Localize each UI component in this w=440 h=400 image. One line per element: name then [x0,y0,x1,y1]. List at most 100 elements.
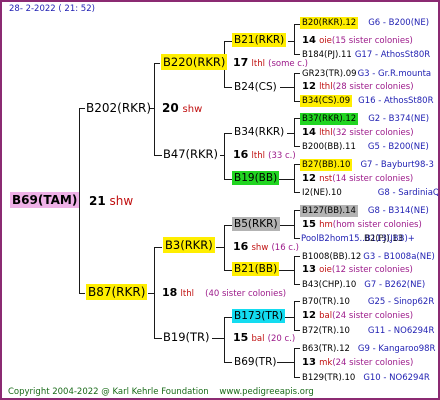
g4-bot-6[interactable]: B72(TR).10 G11 - NO6294R [302,326,434,336]
root-tag: shw [109,194,134,208]
g2-note: (20 c.) [267,334,296,344]
g2-note: (some c.) [268,59,308,69]
g4-top-5[interactable]: B1008(BB).12 G3 - B1008a(NE) [302,252,435,262]
root-queen-name: B69(TAM) [10,192,80,208]
g4-tag: lthl [319,82,333,92]
connector-line [224,133,232,134]
g4-bot-code: G5 - B200(NE) [367,142,429,152]
g4-tag: lthl [319,128,333,138]
g4-bot-name: B200(BB).11 [302,142,356,152]
g4-note: (24 sister colonies) [332,358,414,368]
connector-line [294,54,300,55]
connector-line [154,63,155,156]
g2-queen-0[interactable]: B220(RKR) [161,54,228,70]
g3-queen-1[interactable]: B24(CS) [234,82,277,93]
g4-top-2[interactable]: B37(RKR).12 G2 - B374(NE) [300,113,430,125]
g4-bot-5[interactable]: B43(CHP).10 G7 - B262(NE) [302,280,425,290]
g4-top-code: G9 - Kangaroo98R [357,344,436,354]
pedigree-frame: 28- 2-2022 ( 21: 52) B69(TAM) 21 shw B20… [0,0,440,400]
connector-line [79,293,85,294]
g1-info-1: 18 lthl (40 sister colonies) [162,287,286,299]
g4-mid-6: 12 bal(24 sister colonies) [302,311,413,321]
g4-top-name: B127(BB).14 [300,205,358,217]
g1-note: (40 sister colonies) [205,289,287,299]
g3-name: B69(TR) [234,356,277,368]
g1-queen-0[interactable]: B202(RKR) [86,102,151,114]
g4-num: 14 [302,35,316,46]
g2-name: B220(RKR) [161,54,228,70]
g3-name: B34(RKR) [234,126,285,138]
g4-tag: nst [319,174,333,184]
g4-num: 15 [302,219,316,230]
g4-num: 13 [302,357,316,368]
g4-top-0[interactable]: B20(RKR).12 G6 - B200(NE) [300,17,429,29]
g4-bot-code: G16 - AthosSt80R [358,96,434,106]
g4-tag: hm [319,220,333,230]
connector-line [294,238,300,239]
connector-line [294,377,300,378]
g4-top-name: GR23(TR).09 [302,69,357,79]
g2-info-1: 16 lthl (33 c.) [233,149,296,161]
g4-top-name: B1008(BB).12 [302,252,362,262]
g1-tag: shw [182,104,203,115]
g3-queen-4[interactable]: B5(RKR) [232,217,280,231]
g4-bot-1[interactable]: B34(CS).09 G16 - AthosSt80R [300,95,434,107]
connector-line [294,24,295,55]
g2-queen-2[interactable]: B3(RKR) [163,237,215,253]
g3-queen-6[interactable]: B173(TR) [232,309,286,323]
connector-line [224,133,225,180]
connector-line [154,247,162,248]
g4-top-6[interactable]: B70(TR).10 G25 - Sinop62R [302,297,434,307]
g1-num: 18 [162,286,178,299]
g4-bot-code: G7 - B262(NE) [364,280,426,290]
g1-queen-1[interactable]: B87(RKR) [86,284,148,300]
g3-queen-7[interactable]: B69(TR) [234,357,276,368]
root-queen[interactable]: B69(TAM) [10,192,80,208]
g4-note: (hom sister colonies) [332,220,422,230]
g3-queen-5[interactable]: B21(BB) [232,262,280,276]
g4-bot-name: B43(CHP).10 [302,280,357,290]
g2-tag: bal [251,334,265,344]
g2-name: B19(TR) [163,330,210,344]
g3-queen-3[interactable]: B19(BB) [232,171,280,185]
g4-top-code: G2 - B374(NE) [368,114,430,124]
g4-bot-0[interactable]: B184(PJ).11 G17 - AthosSt80R [302,50,430,60]
g2-num: 16 [233,240,249,253]
connector-line [212,338,225,339]
g4-mid-7: 13 mk(24 sister colonies) [302,358,413,368]
g4-bot-3[interactable]: I2(NE).10 G8 - SardiniaQ [302,188,438,198]
connector-line [224,270,232,271]
g4-note: (24 sister colonies) [332,311,414,321]
g4-tag: mk [319,358,333,368]
g2-name: B3(RKR) [163,237,215,253]
connector-line [294,146,300,147]
g4-mid-2: 14 lthl(32 sister colonies) [302,128,414,138]
connector-line [224,225,232,226]
g2-note: (33 c.) [268,151,296,161]
g4-top-1[interactable]: GR23(TR).09G3 - Gr.R.mounta [302,69,431,79]
g3-queen-2[interactable]: B34(RKR) [234,127,284,138]
g2-num: 16 [233,148,249,161]
g4-num: 12 [302,310,316,321]
g4-top-4[interactable]: B127(BB).14 G8 - B314(NE) [300,205,429,217]
g3-name: B21(BB) [232,262,280,276]
g4-note: (28 sister colonies) [332,82,414,92]
g3-queen-0[interactable]: B21(RKR) [232,33,287,47]
g1-num: 20 [162,101,179,115]
g4-bot-code: G10 - NO6294R [363,373,430,383]
g2-queen-1[interactable]: B47(RKR) [163,148,218,161]
g4-top-3[interactable]: B27(BB).10 G7 - Bayburt98-3 [300,159,434,171]
connector-line [224,179,232,180]
g2-queen-3[interactable]: B19(TR) [163,330,210,344]
g4-top-7[interactable]: B63(TR).12 G9 - Kangaroo98R [302,344,435,354]
g4-note: (14 sister colonies) [332,174,414,184]
g4-num: 12 [302,173,316,184]
g4-bot-7[interactable]: B129(TR).10 G10 - NO6294R [302,373,430,383]
connector-line [294,301,295,331]
connector-line [277,362,295,363]
footer-site[interactable]: www.pedigreeapis.org [219,387,313,397]
connector-line [224,225,225,271]
g4-num: 14 [302,127,316,138]
g3-name: B24(CS) [234,81,277,93]
g4-bot-2[interactable]: B200(BB).11 G5 - B200(NE) [302,142,429,152]
